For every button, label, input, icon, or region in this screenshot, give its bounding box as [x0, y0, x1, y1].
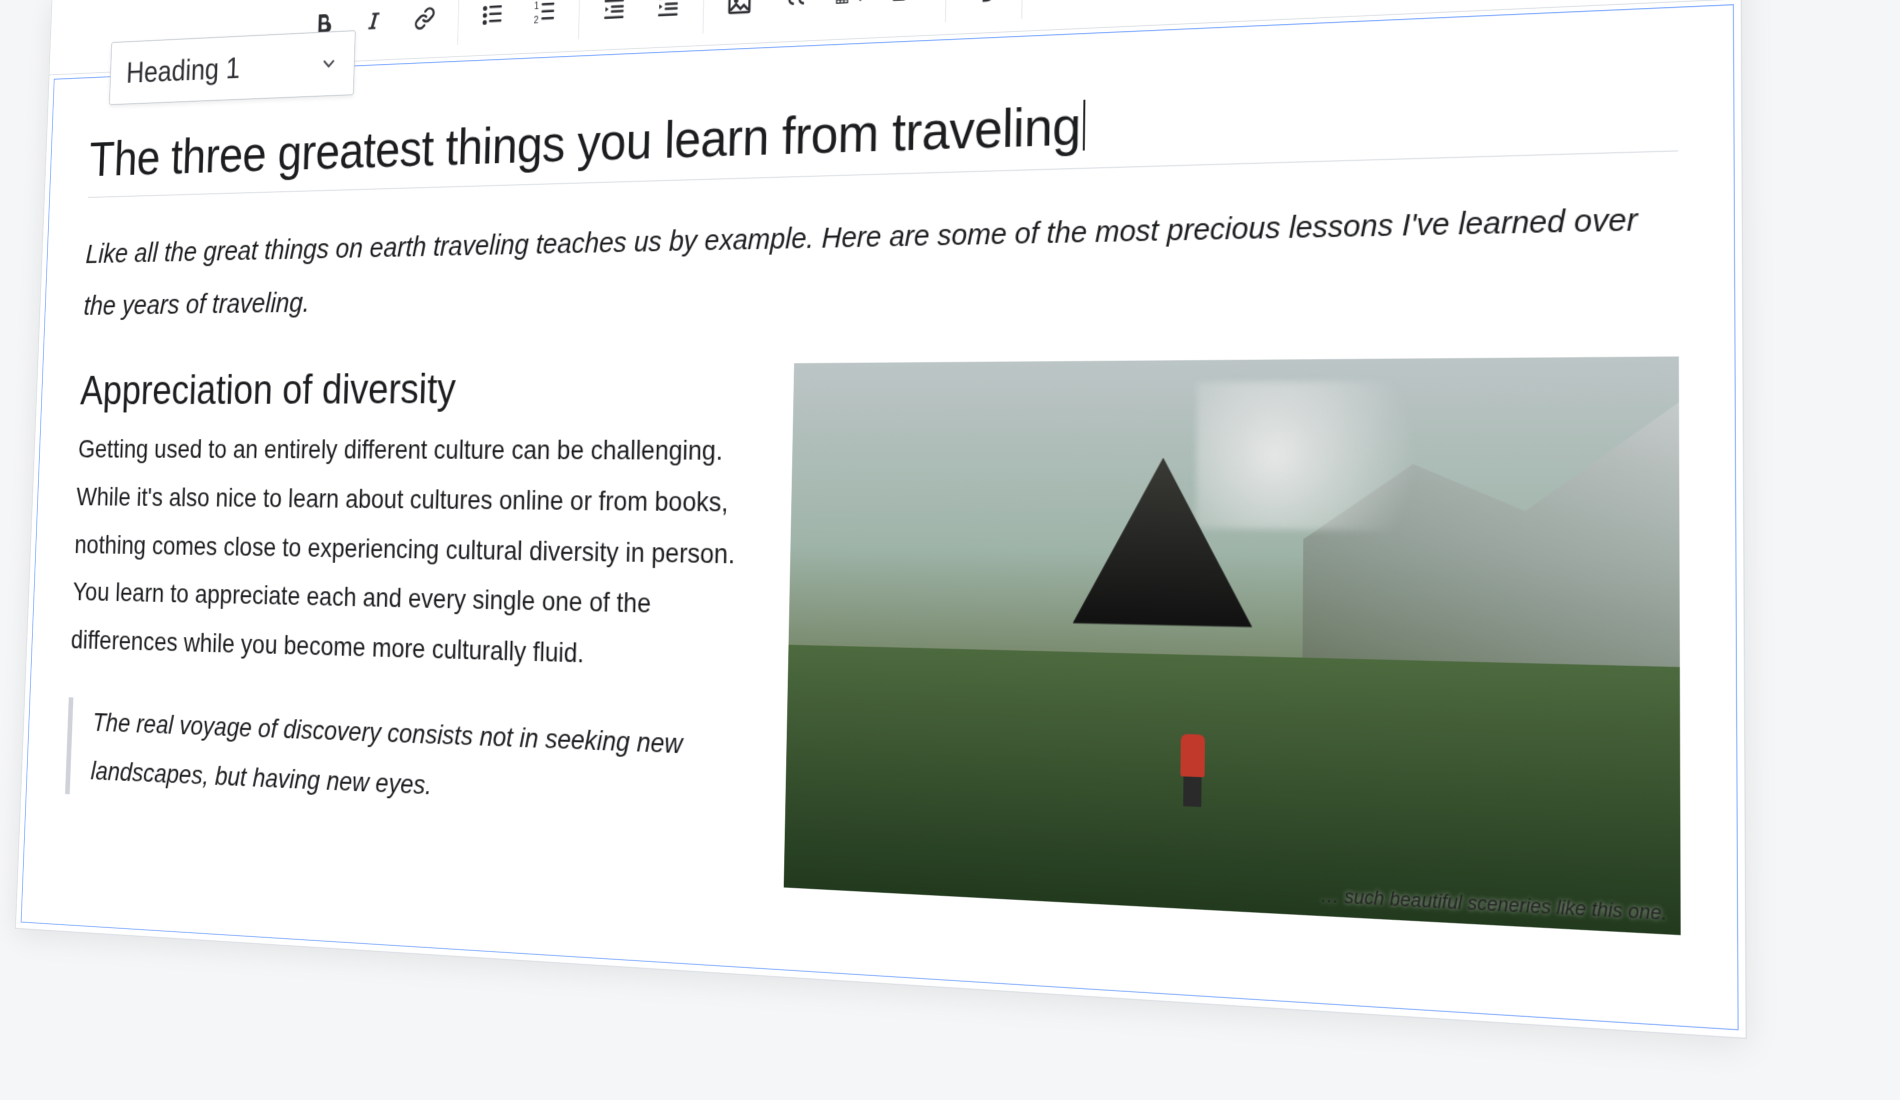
insert-media-button[interactable]	[891, 0, 925, 12]
media-icon	[891, 0, 906, 10]
numbered-list-button[interactable]: 12	[529, 0, 561, 30]
insert-image-button[interactable]	[723, 0, 756, 21]
volcano-shape	[1073, 457, 1254, 627]
outdent-button[interactable]	[598, 0, 630, 26]
indent-button[interactable]	[652, 0, 684, 24]
h1-text: The three greatest things you learn from…	[88, 96, 1081, 187]
grass-shape	[784, 645, 1681, 936]
block-quote[interactable]: The real voyage of discovery consists no…	[65, 697, 750, 825]
link-button[interactable]	[409, 0, 440, 35]
link-icon	[412, 3, 438, 32]
image-caption: … such beautiful sceneries like this one…	[1320, 885, 1667, 926]
bulleted-list-button[interactable]	[477, 0, 508, 32]
table-icon	[835, 0, 850, 12]
quote-icon	[781, 0, 809, 15]
svg-text:1: 1	[534, 1, 539, 12]
text-cursor	[1082, 100, 1085, 151]
paragraph-style-select[interactable]: Heading 1	[109, 30, 356, 105]
editor-window: 12	[15, 0, 1747, 1039]
undo-button[interactable]	[967, 0, 1001, 9]
inline-image[interactable]: … such beautiful sceneries like this one…	[784, 356, 1681, 935]
editor-content-area[interactable]: The three greatest things you learn from…	[21, 4, 1739, 1030]
insert-table-button[interactable]	[835, 0, 869, 15]
paragraph-style-value: Heading 1	[126, 51, 241, 90]
image-icon	[726, 0, 753, 17]
undo-icon	[970, 0, 999, 6]
smoke-shape	[1196, 380, 1465, 531]
numbered-list-icon: 12	[532, 0, 558, 27]
indent-icon	[655, 0, 682, 21]
ridge-shape	[1302, 402, 1680, 719]
bulleted-list-icon	[479, 0, 505, 29]
document-heading-2[interactable]: Appreciation of diversity	[80, 364, 758, 415]
chevron-down-icon	[320, 53, 338, 74]
chevron-down-icon	[853, 0, 868, 11]
quote-text: The real voyage of discovery consists no…	[90, 698, 751, 825]
person-shape	[1175, 734, 1210, 810]
italic-icon	[363, 8, 385, 33]
chevron-down-icon	[910, 0, 925, 9]
block-quote-button[interactable]	[778, 0, 811, 18]
body-paragraph[interactable]: Getting used to an entirely different cu…	[70, 425, 757, 684]
italic-button[interactable]	[359, 3, 389, 38]
outdent-icon	[601, 0, 628, 23]
svg-text:2: 2	[534, 15, 539, 26]
intro-paragraph[interactable]: Like all the great things on earth trave…	[83, 189, 1642, 332]
